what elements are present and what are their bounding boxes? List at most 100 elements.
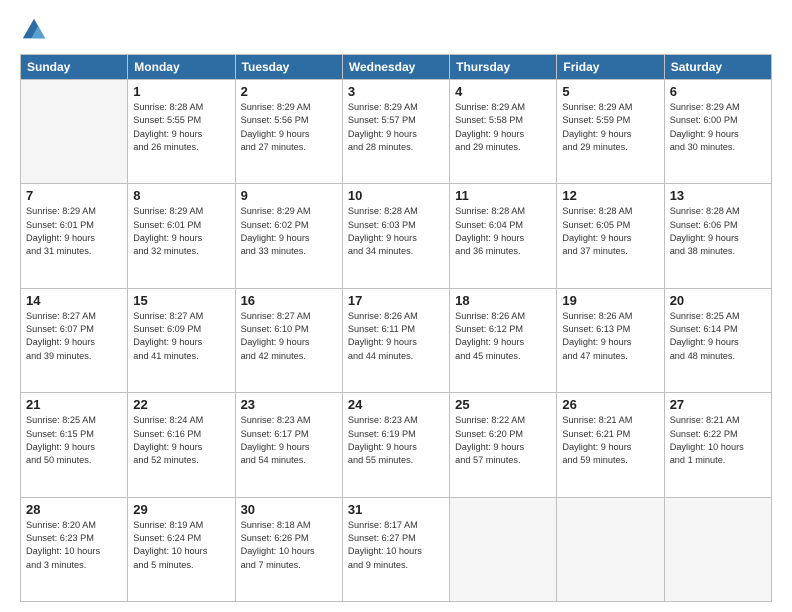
calendar-cell: 3 Sunrise: 8:29 AM Sunset: 5:57 PM Daylig…	[342, 80, 449, 184]
day-number: 6	[670, 84, 766, 99]
calendar-cell	[557, 497, 664, 601]
weekday-header-saturday: Saturday	[664, 55, 771, 80]
calendar-cell: 4 Sunrise: 8:29 AM Sunset: 5:58 PM Daylig…	[450, 80, 557, 184]
day-info: Sunrise: 8:26 AM Sunset: 6:12 PM Dayligh…	[455, 310, 551, 363]
day-info: Sunrise: 8:29 AM Sunset: 5:57 PM Dayligh…	[348, 101, 444, 154]
calendar-cell: 27 Sunrise: 8:21 AM Sunset: 6:22 PM Dayli…	[664, 393, 771, 497]
calendar-cell: 23 Sunrise: 8:23 AM Sunset: 6:17 PM Dayli…	[235, 393, 342, 497]
weekday-header-tuesday: Tuesday	[235, 55, 342, 80]
calendar-week-3: 21 Sunrise: 8:25 AM Sunset: 6:15 PM Dayli…	[21, 393, 772, 497]
calendar-cell: 10 Sunrise: 8:28 AM Sunset: 6:03 PM Dayli…	[342, 184, 449, 288]
calendar-cell: 9 Sunrise: 8:29 AM Sunset: 6:02 PM Daylig…	[235, 184, 342, 288]
day-info: Sunrise: 8:21 AM Sunset: 6:22 PM Dayligh…	[670, 414, 766, 467]
day-number: 31	[348, 502, 444, 517]
calendar-cell: 24Sunrise: 8:23 AM Sunset: 6:19 PM Dayli…	[342, 393, 449, 497]
day-number: 30	[241, 502, 337, 517]
calendar-cell: 22Sunrise: 8:24 AM Sunset: 6:16 PM Dayli…	[128, 393, 235, 497]
page: SundayMondayTuesdayWednesdayThursdayFrid…	[0, 0, 792, 612]
calendar-cell: 6 Sunrise: 8:29 AM Sunset: 6:00 PM Daylig…	[664, 80, 771, 184]
calendar-cell: 29Sunrise: 8:19 AM Sunset: 6:24 PM Dayli…	[128, 497, 235, 601]
day-info: Sunrise: 8:29 AM Sunset: 5:56 PM Dayligh…	[241, 101, 337, 154]
day-number: 9	[241, 188, 337, 203]
day-number: 29	[133, 502, 229, 517]
calendar-cell: 8 Sunrise: 8:29 AM Sunset: 6:01 PM Daylig…	[128, 184, 235, 288]
day-number: 21	[26, 397, 122, 412]
day-info: Sunrise: 8:29 AM Sunset: 5:58 PM Dayligh…	[455, 101, 551, 154]
calendar-table: SundayMondayTuesdayWednesdayThursdayFrid…	[20, 54, 772, 602]
day-number: 19	[562, 293, 658, 308]
day-info: Sunrise: 8:29 AM Sunset: 6:01 PM Dayligh…	[133, 205, 229, 258]
day-number: 25	[455, 397, 551, 412]
calendar-cell: 14 Sunrise: 8:27 AM Sunset: 6:07 PM Dayli…	[21, 288, 128, 392]
day-number: 18	[455, 293, 551, 308]
day-info: Sunrise: 8:27 AM Sunset: 6:07 PM Dayligh…	[26, 310, 122, 363]
calendar-cell	[21, 80, 128, 184]
logo-icon	[20, 16, 48, 44]
calendar-cell: 2 Sunrise: 8:29 AM Sunset: 5:56 PM Daylig…	[235, 80, 342, 184]
day-info: Sunrise: 8:23 AM Sunset: 6:19 PM Dayligh…	[348, 414, 444, 467]
day-info: Sunrise: 8:26 AM Sunset: 6:13 PM Dayligh…	[562, 310, 658, 363]
calendar-cell: 15 Sunrise: 8:27 AM Sunset: 6:09 PM Dayli…	[128, 288, 235, 392]
calendar-cell: 7 Sunrise: 8:29 AM Sunset: 6:01 PM Daylig…	[21, 184, 128, 288]
day-number: 7	[26, 188, 122, 203]
day-info: Sunrise: 8:28 AM Sunset: 6:04 PM Dayligh…	[455, 205, 551, 258]
day-number: 27	[670, 397, 766, 412]
day-info: Sunrise: 8:29 AM Sunset: 6:00 PM Dayligh…	[670, 101, 766, 154]
calendar-cell	[450, 497, 557, 601]
calendar-cell	[664, 497, 771, 601]
day-number: 14	[26, 293, 122, 308]
calendar-cell: 17Sunrise: 8:26 AM Sunset: 6:11 PM Dayli…	[342, 288, 449, 392]
day-info: Sunrise: 8:25 AM Sunset: 6:14 PM Dayligh…	[670, 310, 766, 363]
day-number: 15	[133, 293, 229, 308]
calendar-cell: 28Sunrise: 8:20 AM Sunset: 6:23 PM Dayli…	[21, 497, 128, 601]
calendar-cell: 5 Sunrise: 8:29 AM Sunset: 5:59 PM Daylig…	[557, 80, 664, 184]
day-info: Sunrise: 8:29 AM Sunset: 6:02 PM Dayligh…	[241, 205, 337, 258]
day-number: 23	[241, 397, 337, 412]
weekday-header-thursday: Thursday	[450, 55, 557, 80]
weekday-header-monday: Monday	[128, 55, 235, 80]
calendar-cell: 21 Sunrise: 8:25 AM Sunset: 6:15 PM Dayli…	[21, 393, 128, 497]
logo	[20, 16, 52, 44]
day-info: Sunrise: 8:22 AM Sunset: 6:20 PM Dayligh…	[455, 414, 551, 467]
weekday-header-row: SundayMondayTuesdayWednesdayThursdayFrid…	[21, 55, 772, 80]
day-info: Sunrise: 8:17 AM Sunset: 6:27 PM Dayligh…	[348, 519, 444, 572]
calendar-cell: 18 Sunrise: 8:26 AM Sunset: 6:12 PM Dayli…	[450, 288, 557, 392]
calendar-cell: 25 Sunrise: 8:22 AM Sunset: 6:20 PM Dayli…	[450, 393, 557, 497]
day-info: Sunrise: 8:27 AM Sunset: 6:09 PM Dayligh…	[133, 310, 229, 363]
calendar-cell: 11 Sunrise: 8:28 AM Sunset: 6:04 PM Dayli…	[450, 184, 557, 288]
day-number: 16	[241, 293, 337, 308]
day-number: 3	[348, 84, 444, 99]
weekday-header-wednesday: Wednesday	[342, 55, 449, 80]
weekday-header-friday: Friday	[557, 55, 664, 80]
day-info: Sunrise: 8:25 AM Sunset: 6:15 PM Dayligh…	[26, 414, 122, 467]
day-info: Sunrise: 8:28 AM Sunset: 6:06 PM Dayligh…	[670, 205, 766, 258]
day-info: Sunrise: 8:20 AM Sunset: 6:23 PM Dayligh…	[26, 519, 122, 572]
day-number: 5	[562, 84, 658, 99]
day-number: 8	[133, 188, 229, 203]
day-number: 1	[133, 84, 229, 99]
day-number: 10	[348, 188, 444, 203]
calendar-cell: 20Sunrise: 8:25 AM Sunset: 6:14 PM Dayli…	[664, 288, 771, 392]
day-number: 13	[670, 188, 766, 203]
day-number: 4	[455, 84, 551, 99]
day-info: Sunrise: 8:18 AM Sunset: 6:26 PM Dayligh…	[241, 519, 337, 572]
day-info: Sunrise: 8:29 AM Sunset: 6:01 PM Dayligh…	[26, 205, 122, 258]
calendar-cell: 19 Sunrise: 8:26 AM Sunset: 6:13 PM Dayli…	[557, 288, 664, 392]
calendar-cell: 30 Sunrise: 8:18 AM Sunset: 6:26 PM Dayli…	[235, 497, 342, 601]
calendar-cell: 26Sunrise: 8:21 AM Sunset: 6:21 PM Dayli…	[557, 393, 664, 497]
day-number: 11	[455, 188, 551, 203]
calendar-week-4: 28Sunrise: 8:20 AM Sunset: 6:23 PM Dayli…	[21, 497, 772, 601]
day-info: Sunrise: 8:23 AM Sunset: 6:17 PM Dayligh…	[241, 414, 337, 467]
weekday-header-sunday: Sunday	[21, 55, 128, 80]
day-number: 2	[241, 84, 337, 99]
day-info: Sunrise: 8:28 AM Sunset: 5:55 PM Dayligh…	[133, 101, 229, 154]
calendar-cell: 13 Sunrise: 8:28 AM Sunset: 6:06 PM Dayli…	[664, 184, 771, 288]
header	[20, 16, 772, 44]
calendar-cell: 1 Sunrise: 8:28 AM Sunset: 5:55 PM Daylig…	[128, 80, 235, 184]
day-info: Sunrise: 8:28 AM Sunset: 6:03 PM Dayligh…	[348, 205, 444, 258]
day-number: 17	[348, 293, 444, 308]
calendar-cell: 31 Sunrise: 8:17 AM Sunset: 6:27 PM Dayli…	[342, 497, 449, 601]
day-info: Sunrise: 8:29 AM Sunset: 5:59 PM Dayligh…	[562, 101, 658, 154]
calendar-week-1: 7 Sunrise: 8:29 AM Sunset: 6:01 PM Daylig…	[21, 184, 772, 288]
calendar-week-2: 14 Sunrise: 8:27 AM Sunset: 6:07 PM Dayli…	[21, 288, 772, 392]
